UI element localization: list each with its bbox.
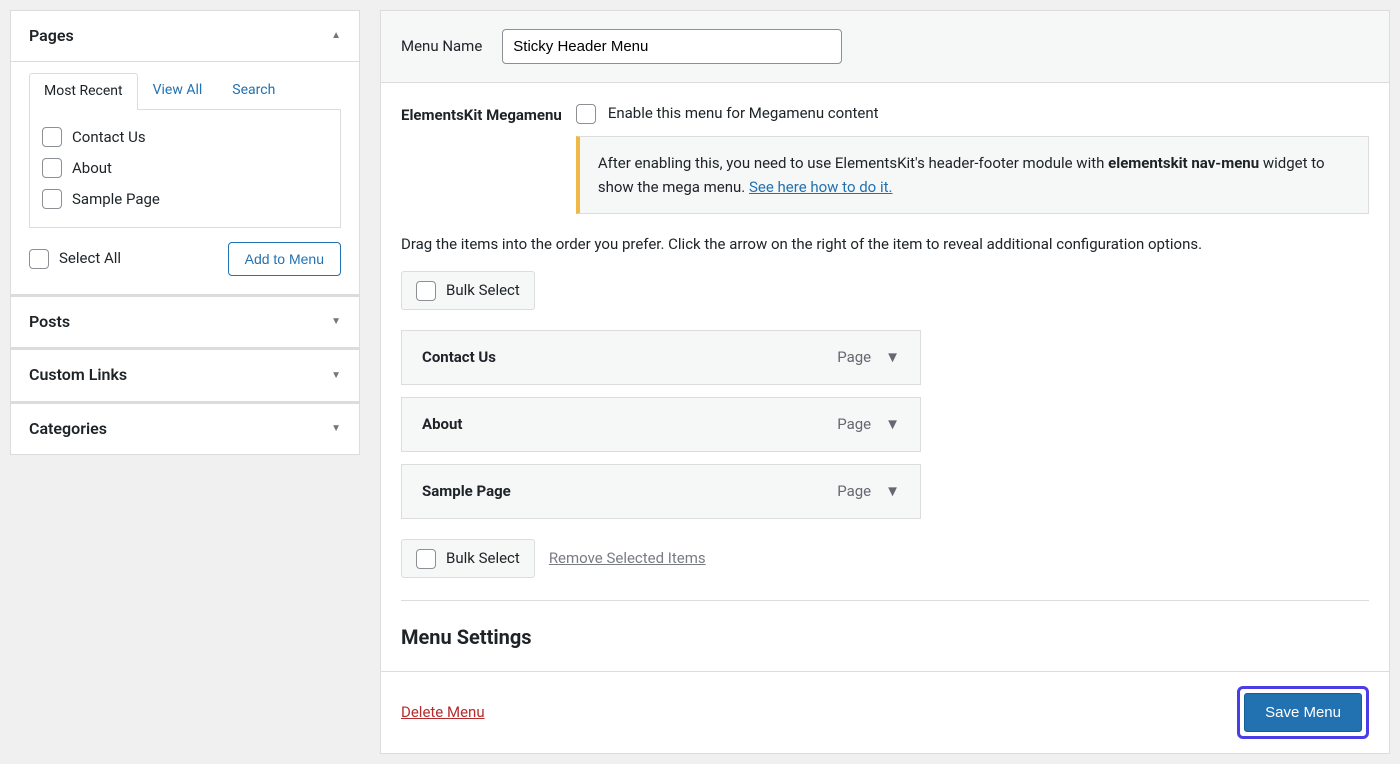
menu-item[interactable]: About Page ▼ — [401, 397, 921, 452]
drag-instructions: Drag the items into the order you prefer… — [401, 234, 1369, 255]
menu-item-type: Page — [837, 481, 871, 502]
bulk-select-label: Bulk Select — [446, 280, 520, 301]
menu-name-label: Menu Name — [401, 36, 482, 57]
metabox-pages-header[interactable]: Pages ▲ — [11, 11, 359, 62]
metabox-categories-header[interactable]: Categories ▼ — [11, 403, 359, 454]
remove-selected-link[interactable]: Remove Selected Items — [549, 548, 706, 569]
megamenu-enable-label: Enable this menu for Megamenu content — [608, 103, 879, 124]
expand-icon: ▼ — [331, 369, 341, 383]
menu-item-title: Sample Page — [422, 481, 511, 502]
metabox-categories-title: Categories — [29, 418, 107, 440]
tab-most-recent[interactable]: Most Recent — [29, 73, 138, 110]
metabox-categories: Categories ▼ — [10, 402, 360, 455]
page-item-label: About — [72, 158, 112, 179]
menu-footer: Delete Menu Save Menu — [381, 671, 1389, 753]
metabox-custom-links-header[interactable]: Custom Links ▼ — [11, 349, 359, 400]
select-all-checkbox[interactable] — [29, 249, 49, 269]
notice-link[interactable]: See here how to do it. — [749, 178, 892, 196]
save-menu-button[interactable]: Save Menu — [1244, 693, 1362, 732]
add-to-menu-button[interactable]: Add to Menu — [228, 242, 341, 276]
chevron-down-icon[interactable]: ▼ — [885, 481, 900, 502]
menu-item-title: About — [422, 414, 462, 435]
menu-item-type: Page — [837, 414, 871, 435]
bulk-select-bottom[interactable]: Bulk Select — [401, 539, 535, 578]
bulk-select-label: Bulk Select — [446, 548, 520, 569]
metabox-posts-title: Posts — [29, 311, 70, 333]
menu-header: Menu Name — [381, 11, 1389, 83]
menu-name-input[interactable] — [502, 29, 842, 64]
checkbox[interactable] — [42, 158, 62, 178]
notice-text-1: After enabling this, you need to use Ele… — [598, 154, 1108, 172]
chevron-down-icon[interactable]: ▼ — [885, 414, 900, 435]
metabox-custom-links: Custom Links ▼ — [10, 348, 360, 401]
separator — [401, 600, 1369, 601]
megamenu-label: ElementsKit Megamenu — [401, 103, 562, 126]
bulk-select-top[interactable]: Bulk Select — [401, 271, 535, 310]
collapse-icon: ▲ — [331, 29, 341, 43]
checkbox[interactable] — [42, 127, 62, 147]
select-all-label: Select All — [59, 248, 121, 269]
menu-item-type: Page — [837, 347, 871, 368]
tab-view-all[interactable]: View All — [138, 72, 218, 109]
checkbox[interactable] — [42, 189, 62, 209]
megamenu-notice: After enabling this, you need to use Ele… — [576, 136, 1369, 214]
notice-strong: elementskit nav-menu — [1108, 154, 1259, 172]
megamenu-enable-checkbox[interactable] — [576, 104, 596, 124]
pages-tabs: Most Recent View All Search — [29, 72, 341, 109]
menu-edit-panel: Menu Name ElementsKit Megamenu Enable th… — [380, 10, 1390, 754]
bulk-select-checkbox[interactable] — [416, 281, 436, 301]
metabox-pages-title: Pages — [29, 25, 74, 47]
save-highlight-box: Save Menu — [1237, 686, 1369, 739]
page-item: About — [42, 153, 328, 184]
expand-icon: ▼ — [331, 422, 341, 436]
sidebar-metaboxes: Pages ▲ Most Recent View All Search Cont… — [10, 10, 360, 754]
chevron-down-icon[interactable]: ▼ — [885, 347, 900, 368]
expand-icon: ▼ — [331, 315, 341, 329]
menu-items-list: Contact Us Page ▼ About Page ▼ Sample Pa… — [401, 330, 921, 519]
menu-item[interactable]: Sample Page Page ▼ — [401, 464, 921, 519]
menu-settings-heading: Menu Settings — [401, 623, 1369, 651]
page-item-label: Sample Page — [72, 189, 160, 210]
menu-item-title: Contact Us — [422, 347, 496, 368]
metabox-pages: Pages ▲ Most Recent View All Search Cont… — [10, 10, 360, 295]
pages-list: Contact Us About Sample Page — [29, 109, 341, 228]
page-item: Contact Us — [42, 122, 328, 153]
metabox-posts-header[interactable]: Posts ▼ — [11, 296, 359, 347]
tab-search[interactable]: Search — [217, 72, 290, 109]
select-all-row: Select All — [29, 243, 121, 274]
metabox-custom-links-title: Custom Links — [29, 364, 127, 386]
bulk-select-checkbox[interactable] — [416, 549, 436, 569]
metabox-posts: Posts ▼ — [10, 295, 360, 348]
delete-menu-link[interactable]: Delete Menu — [401, 702, 485, 723]
page-item: Sample Page — [42, 184, 328, 215]
menu-item[interactable]: Contact Us Page ▼ — [401, 330, 921, 385]
page-item-label: Contact Us — [72, 127, 146, 148]
